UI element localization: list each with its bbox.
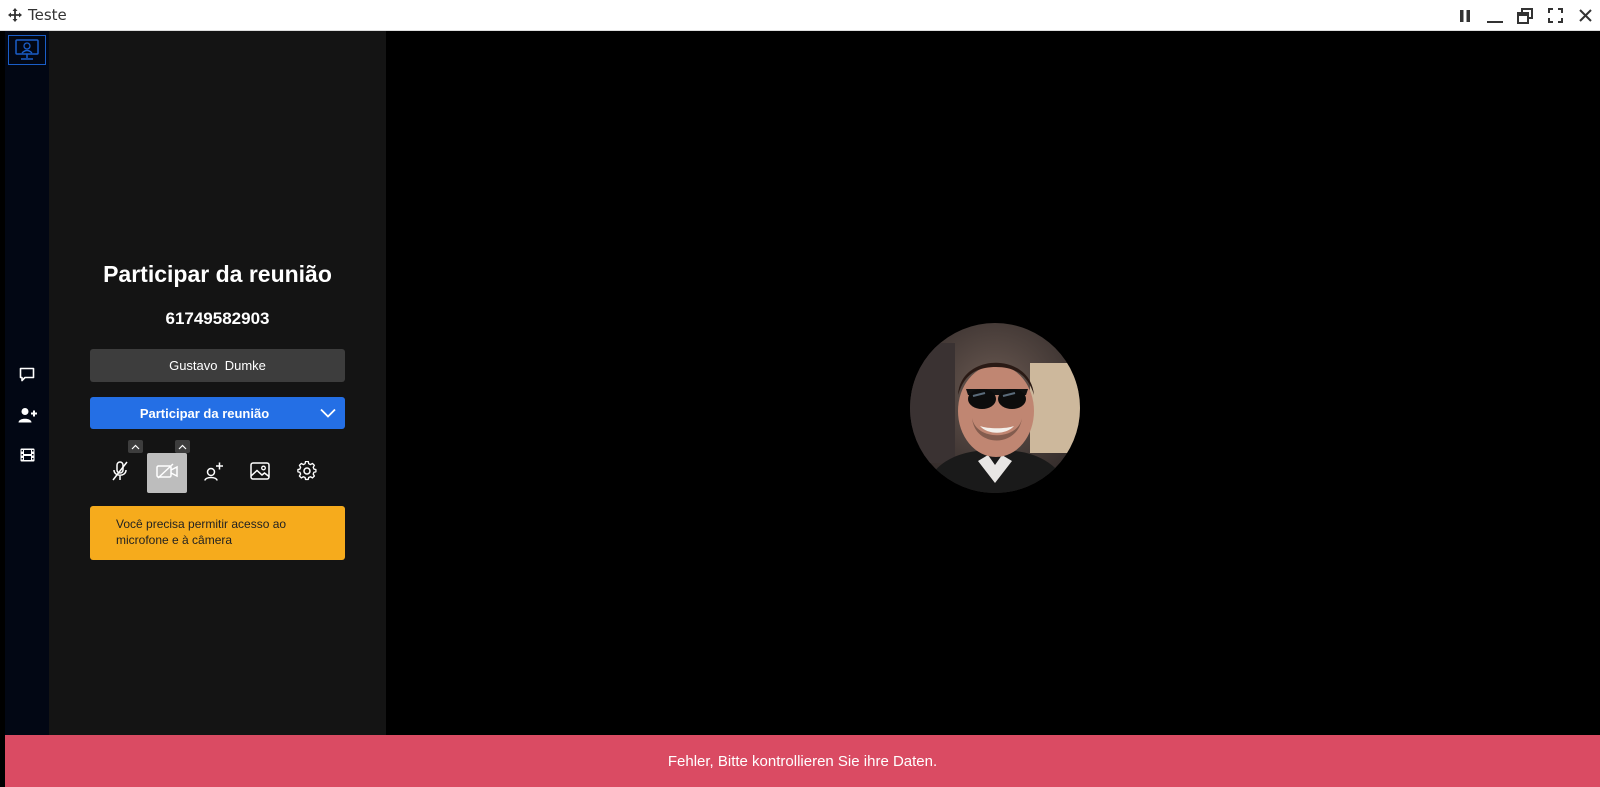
settings-button[interactable]: [287, 453, 327, 493]
chevron-down-icon[interactable]: [311, 397, 345, 429]
side-rail: [5, 31, 49, 735]
window-controls: [1450, 0, 1600, 31]
background-button[interactable]: [240, 453, 280, 493]
video-stage: [386, 31, 1600, 735]
invite-icon: [204, 461, 224, 486]
mic-off-icon: [110, 460, 130, 487]
camera-off-icon: [156, 462, 178, 484]
microphone-toggle[interactable]: [100, 453, 140, 493]
minimize-icon[interactable]: [1480, 0, 1510, 31]
error-notification: Fehler, Bitte kontrollieren Sie ihre Dat…: [5, 735, 1600, 787]
add-participant-button[interactable]: [5, 402, 49, 432]
camera-options-chevron-up-icon[interactable]: [175, 440, 190, 453]
join-meeting-label: Participar da reunião: [139, 405, 270, 421]
permission-warning: Você precisa permitir acesso ao microfon…: [90, 506, 345, 560]
film-icon: [20, 448, 35, 467]
window-title: Teste: [28, 6, 67, 24]
settings-icon: [297, 460, 317, 486]
chat-icon: [19, 367, 35, 387]
fullscreen-icon[interactable]: [1540, 0, 1570, 31]
invite-button[interactable]: [194, 453, 234, 493]
move-icon[interactable]: [8, 8, 22, 22]
pause-icon[interactable]: [1450, 0, 1480, 31]
display-name-input[interactable]: [90, 349, 345, 382]
meeting-id: 61749582903: [165, 309, 270, 328]
error-message: Fehler, Bitte kontrollieren Sie ihre Dat…: [667, 752, 938, 770]
background-icon: [250, 461, 270, 485]
join-meeting-button[interactable]: Participar da reunião: [90, 397, 345, 429]
chat-button[interactable]: [5, 362, 49, 392]
app-body: Participar da reunião 61749582903 Partic…: [0, 31, 1600, 787]
add-user-icon: [18, 407, 37, 428]
title-bar: Teste: [0, 0, 1600, 31]
camera-toggle[interactable]: [147, 453, 187, 493]
page-title: Participar da reunião: [103, 261, 332, 287]
close-icon[interactable]: [1570, 0, 1600, 31]
avatar: [910, 323, 1080, 493]
computer-logo[interactable]: [8, 35, 46, 65]
prejoin-panel: Participar da reunião 61749582903 Partic…: [49, 31, 386, 735]
recordings-button[interactable]: [5, 442, 49, 472]
mic-options-chevron-up-icon[interactable]: [128, 440, 143, 453]
restore-icon[interactable]: [1510, 0, 1540, 31]
